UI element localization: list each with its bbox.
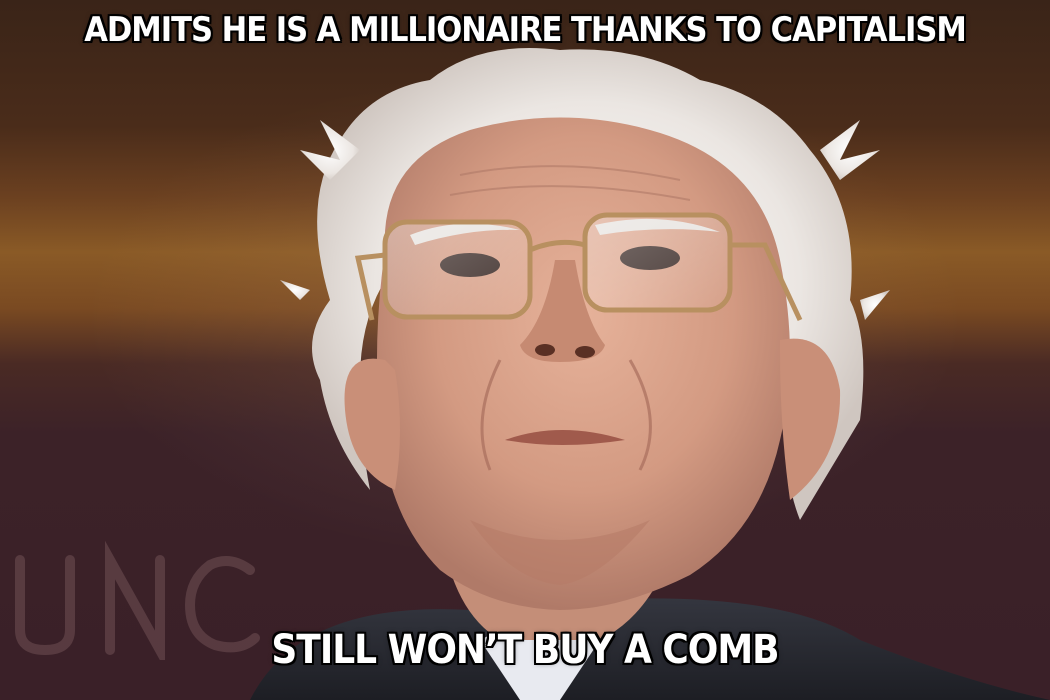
meme-image: ADMITS HE IS A MILLIONAIRE THANKS TO CAP… — [0, 0, 1050, 700]
right-ear — [780, 338, 841, 500]
top-caption: ADMITS HE IS A MILLIONAIRE THANKS TO CAP… — [84, 10, 967, 50]
left-ear — [344, 358, 400, 490]
face — [376, 117, 790, 610]
portrait-illustration — [250, 48, 1050, 700]
bottom-caption: STILL WON’T BUY A COMB — [271, 627, 779, 673]
